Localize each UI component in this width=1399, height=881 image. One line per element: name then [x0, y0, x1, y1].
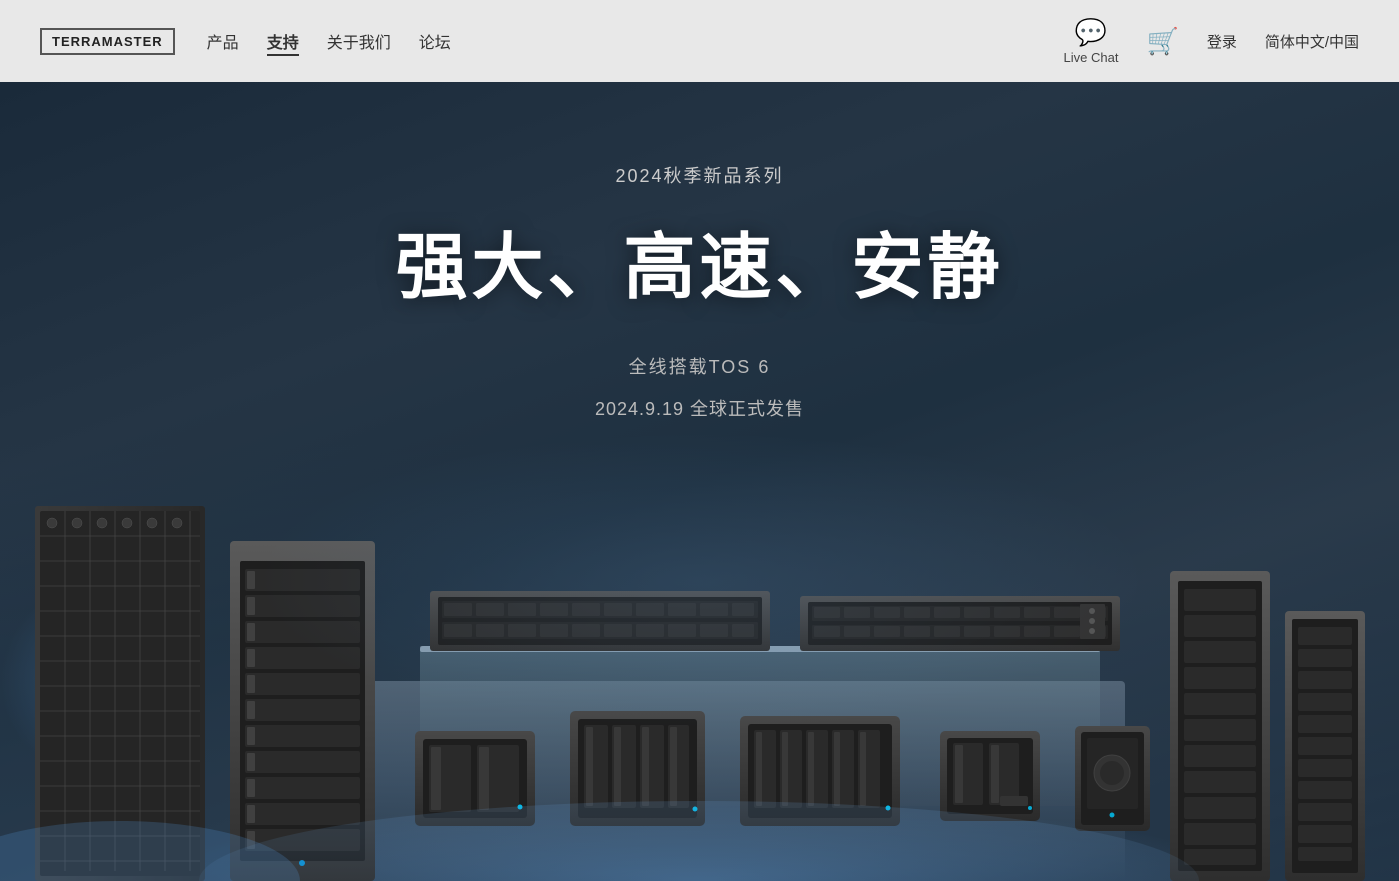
hero-release-date: 2024.9.19 全球正式发售	[395, 395, 1003, 421]
nav-item-about[interactable]: 关于我们	[327, 29, 391, 53]
nav-item-forum[interactable]: 论坛	[419, 29, 451, 53]
nav-item-products[interactable]: 产品	[207, 29, 239, 53]
live-chat-button[interactable]: 💬 Live Chat	[1064, 17, 1119, 65]
logo[interactable]: TERRAMASTER	[40, 28, 175, 55]
hero-seasonal-label: 2024秋季新品系列	[395, 162, 1003, 188]
products-illustration	[0, 451, 1399, 881]
live-chat-label: Live Chat	[1064, 50, 1119, 65]
navbar-right: 💬 Live Chat 🛒 登录 简体中文/中国	[1064, 17, 1359, 65]
navbar-left: TERRAMASTER 产品 支持 关于我们 论坛	[40, 28, 451, 55]
hero-main-title: 强大、高速、安静	[395, 208, 1003, 313]
hero-section: 2024秋季新品系列 强大、高速、安静 全线搭载TOS 6 2024.9.19 …	[0, 82, 1399, 881]
navbar: TERRAMASTER 产品 支持 关于我们 论坛 💬 Live Chat 🛒 …	[0, 0, 1399, 82]
language-selector[interactable]: 简体中文/中国	[1265, 31, 1359, 52]
chat-icon: 💬	[1075, 17, 1107, 48]
hero-tos-label: 全线搭载TOS 6	[395, 353, 1003, 379]
login-link[interactable]: 登录	[1207, 31, 1237, 52]
cart-button[interactable]: 🛒	[1146, 26, 1178, 57]
nav-links: 产品 支持 关于我们 论坛	[207, 29, 451, 53]
hero-text: 2024秋季新品系列 强大、高速、安静 全线搭载TOS 6 2024.9.19 …	[395, 162, 1003, 421]
nav-item-support[interactable]: 支持	[267, 29, 299, 53]
